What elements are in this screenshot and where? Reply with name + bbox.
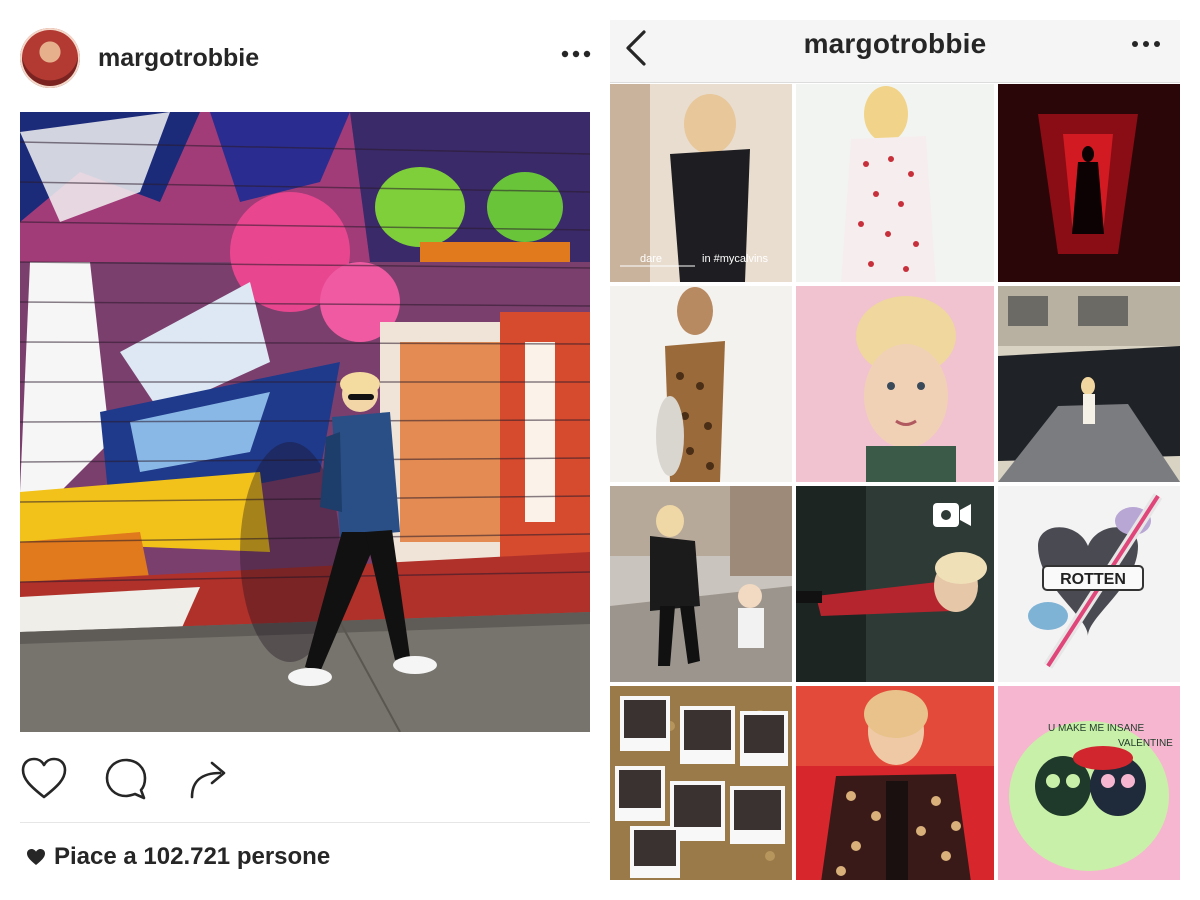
tile-caption-left: dare [640,253,662,265]
more-horizontal-icon[interactable] [560,48,592,60]
tile-image [796,286,994,482]
post-divider [20,822,590,823]
post-card: margotrobbie Piace a 102.721 persone [0,0,600,900]
grid-tile-10[interactable] [610,686,792,880]
grid-tile-7[interactable] [610,486,792,682]
tile-caption-right: in #mycalvins [702,253,769,265]
grid-tile-12[interactable]: U MAKE ME INSANE VALENTINE [998,686,1180,880]
grid-tile-1[interactable]: dare in #mycalvins [610,84,792,282]
profile-panel: margotrobbie dare in #mycalvins ROTTEN U… [610,20,1180,880]
tile-image [796,84,994,282]
share-arrow-icon[interactable] [184,755,232,803]
grid-tile-8[interactable] [796,486,994,682]
post-username[interactable]: margotrobbie [98,44,259,73]
tile-text-right: VALENTINE [1118,738,1173,749]
heart-filled-icon [27,849,45,865]
grid-tile-3[interactable] [998,84,1180,282]
tile-image: dare in #mycalvins [610,84,792,282]
grid-tile-2[interactable] [796,84,994,282]
grid-tile-11[interactable] [796,686,994,880]
grid-tile-5[interactable] [796,286,994,482]
post-photo[interactable] [20,112,590,732]
tile-image [796,686,994,880]
tile-image [998,84,1180,282]
grid-tile-6[interactable] [998,286,1180,482]
heart-icon[interactable] [20,755,68,803]
tile-badge-text: ROTTEN [1060,571,1126,588]
grid-tile-9[interactable]: ROTTEN [998,486,1180,682]
likes-row[interactable]: Piace a 102.721 persone [26,842,330,872]
post-actions [20,755,600,805]
post-header: margotrobbie [20,28,592,90]
comment-bubble-icon[interactable] [102,755,150,803]
grid-tile-4[interactable] [610,286,792,482]
tile-image: ROTTEN [998,486,1180,682]
more-horizontal-icon[interactable] [1130,38,1162,50]
likes-count-text: Piace a 102.721 persone [54,843,331,870]
tile-image [610,686,792,880]
profile-title: margotrobbie [803,28,987,59]
tile-image [610,486,792,682]
tile-image [610,286,792,482]
profile-navbar: margotrobbie [610,20,1180,83]
avatar[interactable] [20,28,80,88]
video-camera-icon [933,503,971,527]
tile-text-top: U MAKE ME INSANE [1048,723,1144,734]
tile-image: U MAKE ME INSANE VALENTINE [998,686,1180,880]
tile-image [998,286,1180,482]
graffiti-wall-image [20,112,590,732]
